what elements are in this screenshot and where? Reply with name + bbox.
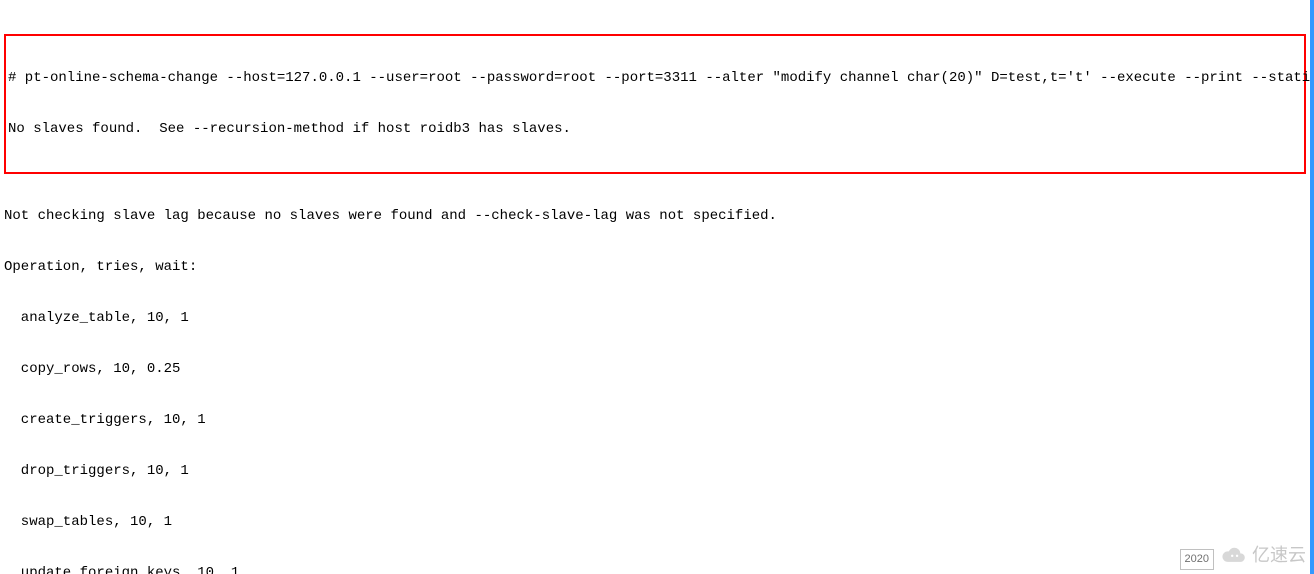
output-line: Operation, tries, wait: bbox=[4, 259, 1310, 276]
scrollbar[interactable] bbox=[1310, 0, 1314, 574]
output-line: swap_tables, 10, 1 bbox=[4, 514, 1310, 531]
output-line: create_triggers, 10, 1 bbox=[4, 412, 1310, 429]
command-highlight: # pt-online-schema-change --host=127.0.0… bbox=[4, 34, 1306, 174]
no-slaves-line: No slaves found. See --recursion-method … bbox=[8, 121, 1302, 138]
output-line: analyze_table, 10, 1 bbox=[4, 310, 1310, 327]
output-line: drop_triggers, 10, 1 bbox=[4, 463, 1310, 480]
terminal-output: # pt-online-schema-change --host=127.0.0… bbox=[0, 0, 1314, 574]
output-line: copy_rows, 10, 0.25 bbox=[4, 361, 1310, 378]
command-line: # pt-online-schema-change --host=127.0.0… bbox=[8, 70, 1302, 87]
watermark-year: 2020 bbox=[1180, 549, 1214, 570]
output-line: update_foreign_keys, 10, 1 bbox=[4, 565, 1310, 574]
output-line: Not checking slave lag because no slaves… bbox=[4, 208, 1310, 225]
